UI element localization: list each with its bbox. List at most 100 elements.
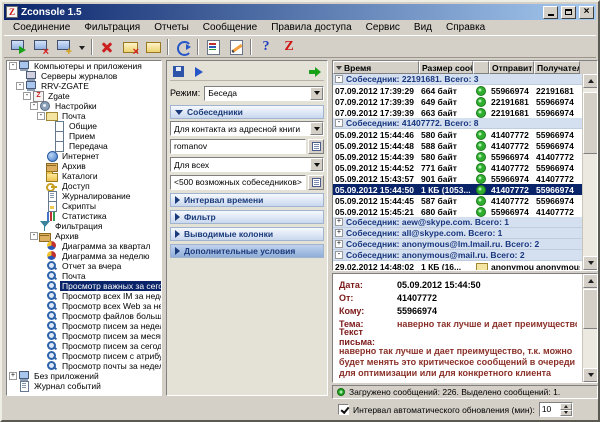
save-query-button[interactable] <box>170 64 188 80</box>
message-row[interactable]: 05.09.2012 15:44:45587 байт4140777255966… <box>333 195 582 206</box>
tree-item[interactable]: Прием <box>7 131 161 141</box>
group-expander-icon[interactable]: + <box>335 229 343 237</box>
tree-item[interactable]: Фильтрация <box>7 221 161 231</box>
message-row[interactable]: 05.09.2012 15:44:48588 байт4140777255966… <box>333 140 582 151</box>
group-expander-icon[interactable]: - <box>335 75 343 83</box>
tree-item[interactable]: Журналирование <box>7 191 161 201</box>
interlocutors-input[interactable]: <500 возможных собеседников> <box>170 175 306 190</box>
tree-item[interactable]: Доступ <box>7 181 161 191</box>
section-time-interval[interactable]: Интервал времени <box>170 193 324 207</box>
tree-item[interactable]: Просмотр писем за сегодня <box>7 341 161 351</box>
message-group-row[interactable]: -Собеседник: anonymous@mail.ru. Всего: 2 <box>333 250 582 261</box>
disconnect-button[interactable] <box>30 37 52 57</box>
column-header-time[interactable]: Время <box>333 61 419 74</box>
tree-item[interactable]: -Компьютеры и приложения <box>7 61 161 71</box>
message-row[interactable]: 05.09.2012 15:43:57901 байт5596697441407… <box>333 173 582 184</box>
minimize-button[interactable] <box>543 6 558 19</box>
detail-scrollbar[interactable] <box>582 274 597 382</box>
tree-item[interactable]: Диаграмма за квартал <box>7 241 161 251</box>
group-expander-icon[interactable]: - <box>335 251 343 259</box>
add-dropdown-arrow-button[interactable] <box>76 37 88 57</box>
table-scrollbar[interactable] <box>582 74 597 270</box>
section-columns[interactable]: Выводимые колонки <box>170 227 324 241</box>
run-query-button[interactable] <box>190 64 208 80</box>
message-row[interactable]: 05.09.2012 15:44:46580 байт4140777255966… <box>333 129 582 140</box>
menu-item[interactable]: Вид <box>407 21 439 34</box>
menu-item[interactable]: Сервис <box>359 21 407 34</box>
tree-item[interactable]: Почта <box>7 271 161 281</box>
tree-item[interactable]: Просмотр важных за сегодня <box>7 281 161 291</box>
tree-expander-icon[interactable]: - <box>30 102 38 110</box>
maximize-button[interactable] <box>561 6 576 19</box>
tree-item[interactable]: +Без приложений <box>7 371 161 381</box>
execute-button[interactable] <box>306 64 324 80</box>
tree-item[interactable]: Просмотр всех Web за неделю <box>7 301 161 311</box>
interval-input[interactable]: 10 <box>540 403 560 416</box>
tree-item[interactable]: Интернет <box>7 151 161 161</box>
column-header-size[interactable]: Размер сооб... <box>419 61 473 74</box>
tree-item[interactable]: Просмотр писем за месяц <box>7 331 161 341</box>
delete-message-button[interactable] <box>119 37 141 57</box>
tree-item[interactable]: Передача <box>7 141 161 151</box>
tree-item[interactable]: Просмотр писем с атрибутами <box>7 351 161 361</box>
group-expander-icon[interactable]: + <box>335 218 343 226</box>
message-row[interactable]: 07.09.2012 17:39:29664 байт5596697422191… <box>333 85 582 96</box>
message-group-row[interactable]: +Собеседник: all@skype.com. Всего: 1 <box>333 228 582 239</box>
tree-item[interactable]: Скрипты <box>7 201 161 211</box>
dropdown-arrow-icon[interactable] <box>310 158 323 171</box>
connect-button[interactable] <box>7 37 29 57</box>
mode-select[interactable]: Беседа <box>204 86 324 101</box>
message-row[interactable]: 05.09.2012 15:45:21680 байт5596697441407… <box>333 206 582 217</box>
scroll-up-button[interactable] <box>583 274 598 288</box>
message-row[interactable]: 05.09.2012 15:44:52771 байт4140777255966… <box>333 162 582 173</box>
message-row[interactable]: 05.09.2012 15:44:39580 байт5596697441407… <box>333 151 582 162</box>
tree-expander-icon[interactable]: + <box>9 372 17 380</box>
section-extra-conditions[interactable]: Дополнительные условия <box>170 244 324 258</box>
address-book-button[interactable] <box>308 139 324 154</box>
auto-refresh-checkbox[interactable] <box>338 404 349 415</box>
tree-expander-icon[interactable]: - <box>23 92 31 100</box>
zecurion-button[interactable] <box>278 37 300 57</box>
group-expander-icon[interactable]: + <box>335 240 343 248</box>
report-button[interactable] <box>202 37 224 57</box>
tree-item[interactable]: -Zgate <box>7 91 161 101</box>
help-button[interactable] <box>255 37 277 57</box>
menu-item[interactable]: Отчеты <box>147 21 196 34</box>
tree-item[interactable]: Журнал событий <box>7 381 161 391</box>
menu-item[interactable]: Фильтрация <box>77 21 147 34</box>
tree-item[interactable]: Архив <box>7 161 161 171</box>
interlocutors-list-button[interactable] <box>308 175 324 190</box>
column-header-receiver[interactable]: Получатель <box>534 61 580 74</box>
tree-expander-icon[interactable]: - <box>9 62 17 70</box>
menu-item[interactable]: Справка <box>439 21 492 34</box>
section-interlocutors[interactable]: Собеседники <box>170 105 324 119</box>
message-row[interactable]: 07.09.2012 17:39:39663 байт2219168155966… <box>333 107 582 118</box>
dropdown-arrow-icon[interactable] <box>310 87 323 100</box>
contact-source-select[interactable]: Для контакта из адресной книги <box>170 121 324 136</box>
message-row[interactable]: 07.09.2012 17:39:39649 байт2219168155966… <box>333 96 582 107</box>
tree-item[interactable]: -Архив <box>7 231 161 241</box>
tree-item[interactable]: Отчет за вчера <box>7 261 161 271</box>
message-group-row[interactable]: -Собеседник: 22191681. Всего: 3 <box>333 74 582 85</box>
tree-expander-icon[interactable]: - <box>37 112 45 120</box>
delete-button[interactable] <box>96 37 118 57</box>
contact-name-input[interactable]: romanov <box>170 139 306 154</box>
message-group-row[interactable]: +Собеседник: aew@skype.com. Всего: 1 <box>333 217 582 228</box>
dropdown-arrow-icon[interactable] <box>310 122 323 135</box>
tree-item[interactable]: -Настройки <box>7 101 161 111</box>
tree-item[interactable]: Общие <box>7 121 161 131</box>
tree-item[interactable]: Статистика <box>7 211 161 221</box>
scroll-up-button[interactable] <box>583 74 598 88</box>
scroll-thumb[interactable] <box>583 289 598 329</box>
scroll-thumb[interactable] <box>583 92 598 154</box>
new-message-button[interactable] <box>142 37 164 57</box>
tree-item[interactable]: Просмотр всех IM за неделю <box>7 291 161 301</box>
tree-item[interactable]: -RRV-ZGATE <box>7 81 161 91</box>
title-bar[interactable]: Zconsole 1.5 × <box>4 4 596 20</box>
scroll-down-button[interactable] <box>583 368 598 382</box>
tree-item[interactable]: Просмотр писем за неделю <box>7 321 161 331</box>
refresh-button[interactable] <box>172 37 194 57</box>
scope-select[interactable]: Для всех <box>170 157 324 172</box>
group-expander-icon[interactable]: - <box>335 119 343 127</box>
tree-expander-icon[interactable]: - <box>16 82 24 90</box>
